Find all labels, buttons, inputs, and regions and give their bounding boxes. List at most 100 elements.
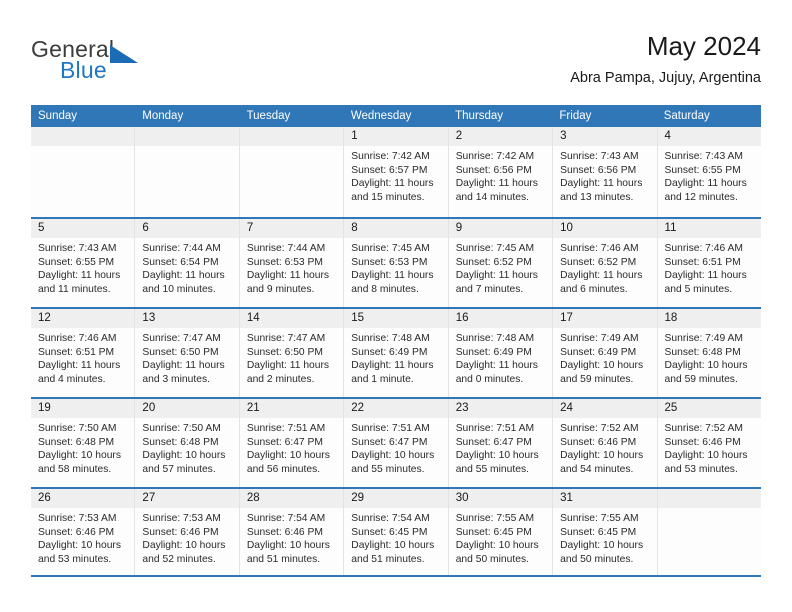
sunset-text: Sunset: 6:50 PM: [246, 346, 323, 358]
calendar-day-cell[interactable]: 12 Sunrise: 7:46 AM Sunset: 6:51 PM Dayligh…: [31, 309, 135, 397]
calendar-day-cell[interactable]: 23 Sunrise: 7:51 AM Sunset: 6:47 PM Dayligh…: [447, 399, 553, 487]
day-number: 1: [344, 127, 448, 146]
sunrise-text: Sunrise: 7:47 AM: [142, 333, 221, 344]
daylight-text-line1: Daylight: 11 hours: [664, 270, 747, 282]
day-number: 3: [553, 127, 657, 146]
calendar-day-cell[interactable]: 15 Sunrise: 7:48 AM Sunset: 6:49 PM Dayligh…: [343, 309, 448, 397]
calendar-day-cell[interactable]: 25 Sunrise: 7:52 AM Sunset: 6:46 PM Dayligh…: [656, 399, 761, 487]
day-details: Sunrise: 7:43 AM Sunset: 6:56 PM Daylight:…: [553, 146, 656, 204]
daylight-text-line1: Daylight: 11 hours: [38, 270, 121, 282]
calendar-day-cell[interactable]: 14 Sunrise: 7:47 AM Sunset: 6:50 PM Dayligh…: [238, 309, 344, 397]
calendar-day-cell[interactable]: 13 Sunrise: 7:47 AM Sunset: 6:50 PM Dayligh…: [134, 309, 239, 397]
calendar-day-cell[interactable]: 3 Sunrise: 7:43 AM Sunset: 6:56 PM Daylight…: [552, 127, 657, 217]
sunrise-text: Sunrise: 7:43 AM: [560, 151, 639, 162]
sunrise-text: Sunrise: 7:49 AM: [664, 333, 743, 344]
sunset-text: Sunset: 6:51 PM: [664, 256, 741, 268]
calendar-day-cell[interactable]: 8 Sunrise: 7:45 AM Sunset: 6:53 PM Daylight…: [343, 219, 448, 307]
calendar-day-cell[interactable]: 17 Sunrise: 7:49 AM Sunset: 6:49 PM Dayligh…: [552, 309, 657, 397]
day-number: 29: [344, 489, 448, 508]
calendar-day-cell[interactable]: 10 Sunrise: 7:46 AM Sunset: 6:52 PM Dayligh…: [552, 219, 657, 307]
daylight-text-line1: Daylight: 10 hours: [246, 450, 330, 462]
calendar-day-cell[interactable]: 24 Sunrise: 7:52 AM Sunset: 6:46 PM Dayligh…: [552, 399, 657, 487]
sunrise-text: Sunrise: 7:53 AM: [142, 513, 221, 524]
sunset-text: Sunset: 6:49 PM: [351, 346, 428, 358]
daylight-text-line2: and 50 minutes.: [455, 553, 529, 565]
daylight-text-line2: and 5 minutes.: [664, 283, 733, 295]
calendar-day-cell[interactable]: 1 Sunrise: 7:42 AM Sunset: 6:57 PM Daylight…: [343, 127, 448, 217]
sunrise-text: Sunrise: 7:52 AM: [664, 423, 743, 434]
calendar-day-cell[interactable]: 26 Sunrise: 7:53 AM Sunset: 6:46 PM Dayligh…: [31, 489, 135, 575]
day-number: 22: [344, 399, 448, 418]
calendar-day-cell[interactable]: 18 Sunrise: 7:49 AM Sunset: 6:48 PM Dayligh…: [656, 309, 761, 397]
day-details: Sunrise: 7:46 AM Sunset: 6:51 PM Daylight:…: [658, 238, 761, 296]
sunrise-text: Sunrise: 7:47 AM: [246, 333, 326, 344]
daylight-text-line2: and 1 minute.: [351, 373, 414, 385]
sunset-text: Sunset: 6:48 PM: [38, 436, 115, 448]
daylight-text-line2: and 11 minutes.: [38, 283, 111, 295]
daylight-text-line2: and 4 minutes.: [38, 373, 106, 385]
day-details: Sunrise: 7:52 AM Sunset: 6:46 PM Daylight:…: [658, 418, 761, 476]
calendar-day-cell[interactable]: 20 Sunrise: 7:50 AM Sunset: 6:48 PM Dayligh…: [134, 399, 239, 487]
daylight-text-line2: and 55 minutes.: [455, 463, 529, 475]
calendar-day-cell-empty: [656, 489, 761, 575]
day-number: 16: [448, 309, 553, 328]
calendar-day-cell[interactable]: 22 Sunrise: 7:51 AM Sunset: 6:47 PM Dayligh…: [343, 399, 448, 487]
day-number: 17: [553, 309, 657, 328]
sunrise-text: Sunrise: 7:52 AM: [560, 423, 639, 434]
day-number: 19: [31, 399, 135, 418]
calendar-day-cell[interactable]: 11 Sunrise: 7:46 AM Sunset: 6:51 PM Dayligh…: [656, 219, 761, 307]
sunset-text: Sunset: 6:45 PM: [560, 526, 637, 538]
calendar-day-cell[interactable]: 30 Sunrise: 7:55 AM Sunset: 6:45 PM Dayligh…: [447, 489, 553, 575]
day-number: 18: [657, 309, 761, 328]
day-details: Sunrise: 7:43 AM Sunset: 6:55 PM Daylight:…: [31, 238, 134, 296]
sunrise-text: Sunrise: 7:43 AM: [664, 151, 743, 162]
calendar-day-cell[interactable]: 16 Sunrise: 7:48 AM Sunset: 6:49 PM Dayligh…: [447, 309, 553, 397]
calendar-day-cell[interactable]: 29 Sunrise: 7:54 AM Sunset: 6:45 PM Dayligh…: [343, 489, 448, 575]
calendar-day-cell[interactable]: 5 Sunrise: 7:43 AM Sunset: 6:55 PM Daylight…: [31, 219, 135, 307]
calendar-day-cell[interactable]: 2 Sunrise: 7:42 AM Sunset: 6:56 PM Daylight…: [447, 127, 553, 217]
calendar-day-cell[interactable]: 4 Sunrise: 7:43 AM Sunset: 6:55 PM Daylight…: [656, 127, 761, 217]
day-details: Sunrise: 7:45 AM Sunset: 6:53 PM Daylight:…: [344, 238, 447, 296]
calendar-week-row: 19 Sunrise: 7:50 AM Sunset: 6:48 PM Dayligh…: [31, 397, 761, 487]
brand-logo[interactable]: General Blue: [31, 36, 231, 90]
day-details: Sunrise: 7:53 AM Sunset: 6:46 PM Daylight:…: [135, 508, 238, 566]
daylight-text-line1: Daylight: 10 hours: [664, 450, 748, 462]
day-number: 4: [657, 127, 761, 146]
day-number: 2: [448, 127, 553, 146]
calendar-day-cell[interactable]: 7 Sunrise: 7:44 AM Sunset: 6:53 PM Daylight…: [238, 219, 344, 307]
sunset-text: Sunset: 6:55 PM: [38, 256, 115, 268]
calendar-week-row: 26 Sunrise: 7:53 AM Sunset: 6:46 PM Dayligh…: [31, 487, 761, 577]
day-number: 12: [31, 309, 135, 328]
calendar-day-cell[interactable]: 6 Sunrise: 7:44 AM Sunset: 6:54 PM Daylight…: [134, 219, 239, 307]
calendar-day-cell[interactable]: 31 Sunrise: 7:55 AM Sunset: 6:45 PM Dayligh…: [552, 489, 657, 575]
sunset-text: Sunset: 6:46 PM: [142, 526, 219, 538]
day-details: Sunrise: 7:55 AM Sunset: 6:45 PM Daylight:…: [449, 508, 552, 566]
daylight-text-line1: Daylight: 10 hours: [560, 450, 644, 462]
sunrise-text: Sunrise: 7:45 AM: [351, 243, 430, 254]
page-header: General Blue May 2024 Abra Pampa, Jujuy,…: [0, 0, 792, 98]
sunset-text: Sunset: 6:57 PM: [351, 164, 428, 176]
calendar-grid: Sunday Monday Tuesday Wednesday Thursday…: [31, 105, 761, 577]
calendar-day-cell[interactable]: 21 Sunrise: 7:51 AM Sunset: 6:47 PM Dayligh…: [238, 399, 344, 487]
calendar-week-row: 1 Sunrise: 7:42 AM Sunset: 6:57 PM Daylight…: [31, 127, 761, 217]
weekday-header-tuesday: Tuesday: [246, 110, 291, 122]
calendar-day-cell[interactable]: 19 Sunrise: 7:50 AM Sunset: 6:48 PM Dayligh…: [31, 399, 135, 487]
day-details: Sunrise: 7:42 AM Sunset: 6:56 PM Daylight:…: [449, 146, 552, 204]
calendar-day-cell-empty: [238, 127, 344, 217]
calendar-day-cell[interactable]: 9 Sunrise: 7:45 AM Sunset: 6:52 PM Daylight…: [447, 219, 553, 307]
calendar-day-cell[interactable]: 28 Sunrise: 7:54 AM Sunset: 6:46 PM Dayligh…: [238, 489, 344, 575]
sunrise-text: Sunrise: 7:48 AM: [455, 333, 535, 344]
day-details: Sunrise: 7:51 AM Sunset: 6:47 PM Daylight:…: [344, 418, 447, 476]
daylight-text-line1: Daylight: 11 hours: [142, 360, 225, 372]
sunset-text: Sunset: 6:52 PM: [560, 256, 637, 268]
weekday-header-monday: Monday: [142, 110, 184, 122]
day-number: 11: [657, 219, 761, 238]
sunrise-text: Sunrise: 7:53 AM: [38, 513, 117, 524]
sunrise-text: Sunrise: 7:50 AM: [142, 423, 221, 434]
sunset-text: Sunset: 6:47 PM: [455, 436, 532, 448]
day-details: Sunrise: 7:47 AM Sunset: 6:50 PM Daylight:…: [240, 328, 343, 386]
calendar-day-cell[interactable]: 27 Sunrise: 7:53 AM Sunset: 6:46 PM Dayligh…: [134, 489, 239, 575]
sunset-text: Sunset: 6:56 PM: [560, 164, 637, 176]
daylight-text-line2: and 57 minutes.: [142, 463, 216, 475]
day-details: Sunrise: 7:48 AM Sunset: 6:49 PM Daylight:…: [449, 328, 552, 386]
